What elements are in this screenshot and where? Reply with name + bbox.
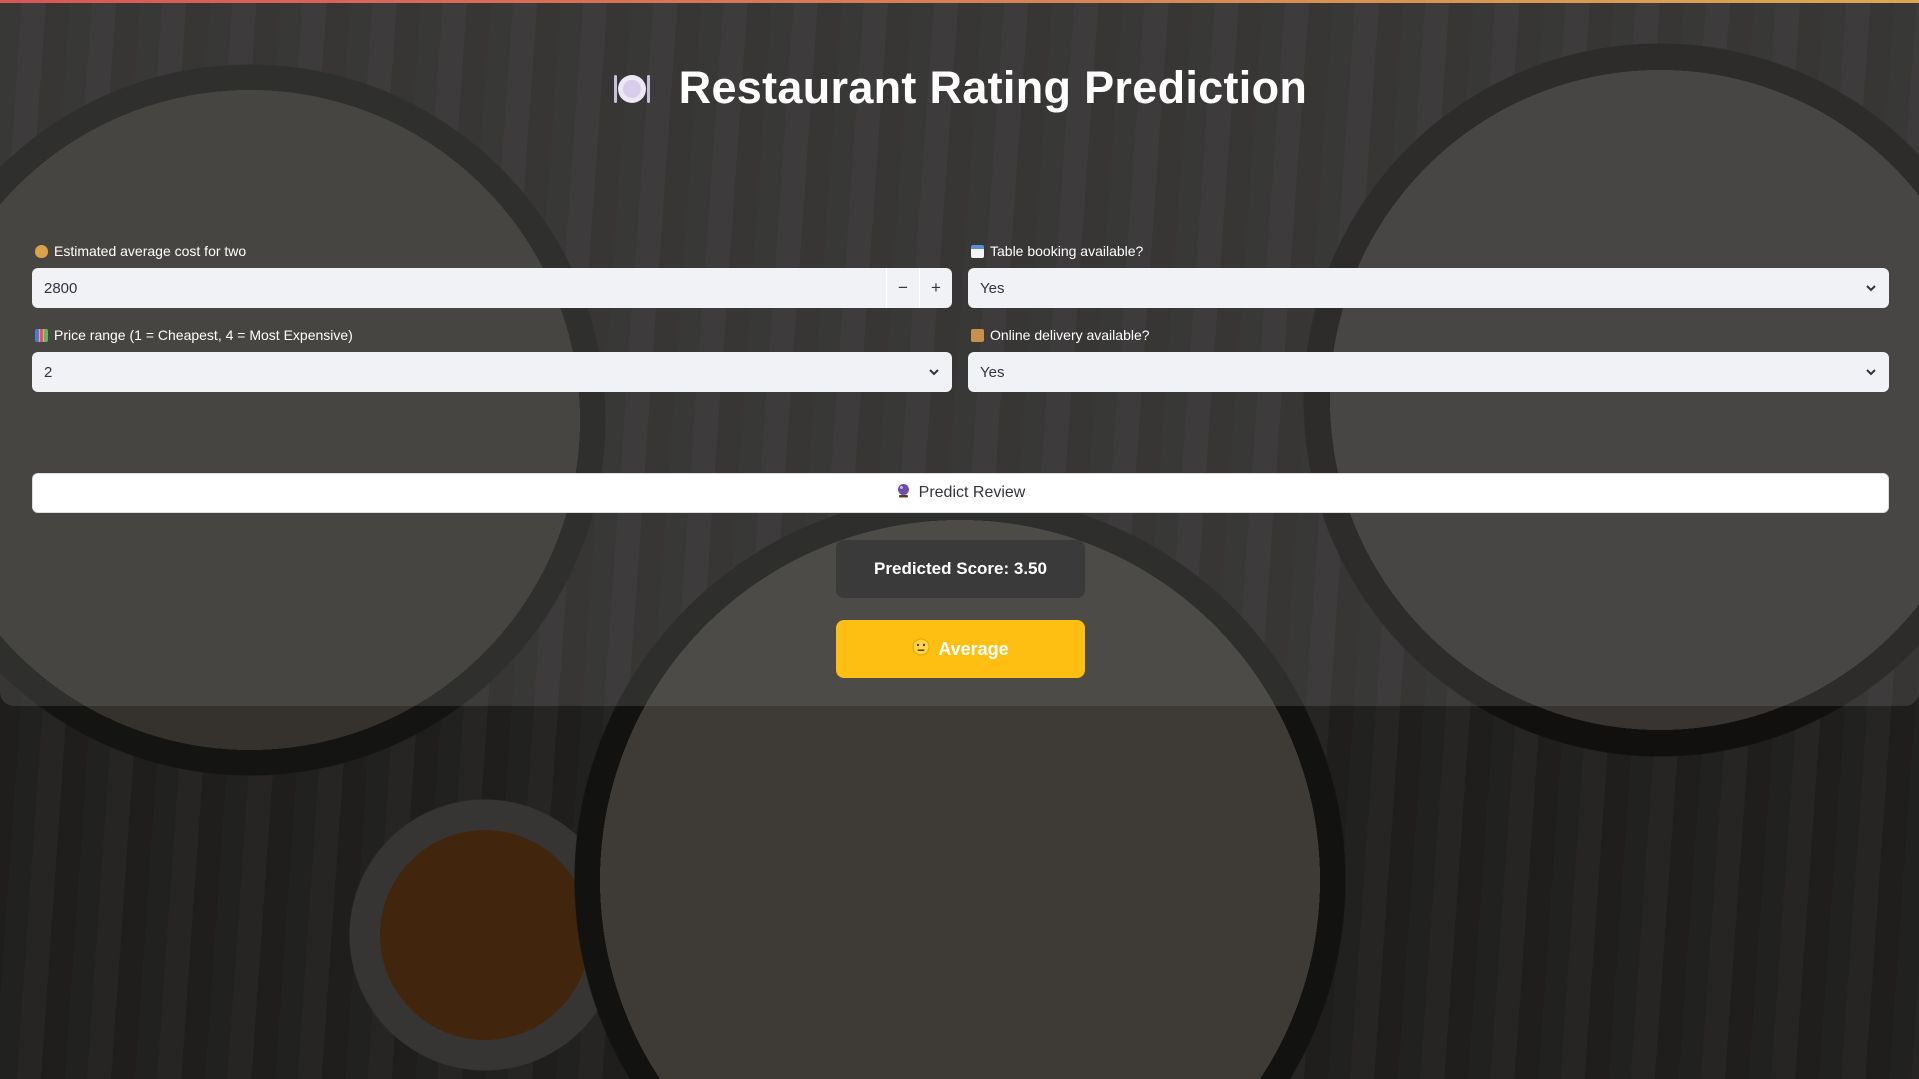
predicted-score-text: Predicted Score: 3.50 xyxy=(874,559,1047,578)
chevron-down-icon[interactable] xyxy=(916,352,952,392)
page-title-row: Restaurant Rating Prediction xyxy=(0,62,1919,114)
table-booking-value: Yes xyxy=(980,279,1005,297)
online-delivery-value: Yes xyxy=(980,363,1005,381)
page-title: Restaurant Rating Prediction xyxy=(678,62,1308,113)
increment-button[interactable]: + xyxy=(919,268,952,308)
chevron-down-icon[interactable] xyxy=(1853,352,1889,392)
price-range-label-text: Price range (1 = Cheapest, 4 = Most Expe… xyxy=(54,327,353,343)
online-delivery-label: Online delivery available? xyxy=(971,327,1150,343)
cost-value[interactable]: 2800 xyxy=(32,280,886,297)
predict-review-button[interactable]: Predict Review xyxy=(32,473,1889,513)
neutral-face-icon xyxy=(912,638,930,661)
cost-label: Estimated average cost for two xyxy=(35,243,246,259)
package-icon xyxy=(971,328,984,342)
table-booking-label-text: Table booking available? xyxy=(990,243,1144,259)
rating-verdict-text: Average xyxy=(938,638,1009,659)
predicted-score-box: Predicted Score: 3.50 xyxy=(836,540,1085,598)
price-range-label: Price range (1 = Cheapest, 4 = Most Expe… xyxy=(35,327,353,343)
crystal-ball-icon xyxy=(896,483,911,503)
predict-review-label: Predict Review xyxy=(918,484,1026,501)
chevron-down-icon[interactable] xyxy=(1853,268,1889,308)
calendar-icon xyxy=(971,244,984,258)
money-bag-icon xyxy=(35,244,48,258)
online-delivery-label-text: Online delivery available? xyxy=(990,327,1150,343)
plate-cutlery-icon xyxy=(612,68,652,108)
bar-chart-icon xyxy=(35,328,48,342)
cost-number-input[interactable]: 2800 − + xyxy=(32,268,952,308)
rating-verdict-badge: Average xyxy=(836,620,1085,678)
online-delivery-select[interactable]: Yes xyxy=(968,352,1889,392)
price-range-value: 2 xyxy=(44,363,53,381)
price-range-select[interactable]: 2 xyxy=(32,352,952,392)
table-booking-select[interactable]: Yes xyxy=(968,268,1889,308)
table-booking-label: Table booking available? xyxy=(971,243,1143,259)
cost-label-text: Estimated average cost for two xyxy=(54,243,247,259)
decrement-button[interactable]: − xyxy=(886,268,919,308)
